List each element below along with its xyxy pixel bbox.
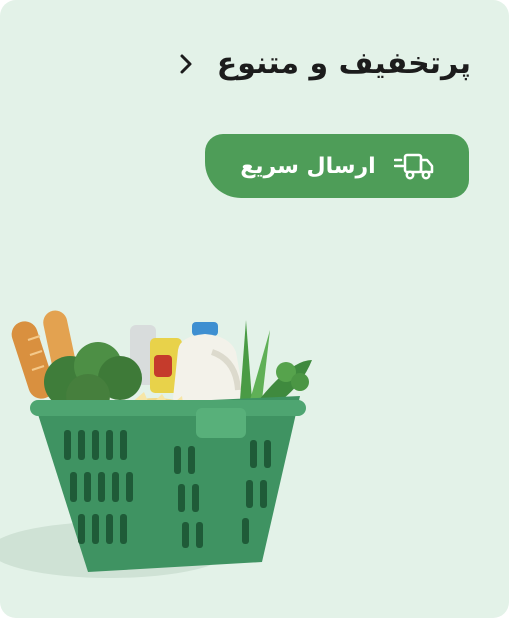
card-title: پرتخفیف و متنوع <box>216 46 471 81</box>
badge-label: ارسال سریع <box>240 153 376 179</box>
fast-delivery-badge: ارسال سریع <box>205 134 469 198</box>
card-header[interactable]: پرتخفیف و متنوع <box>173 46 471 81</box>
grocery-basket-illustration <box>0 300 360 600</box>
chevron-right-icon[interactable] <box>173 51 199 77</box>
promo-card[interactable]: پرتخفیف و متنوع ارسال سریع <box>0 0 509 618</box>
delivery-truck-icon <box>393 150 434 182</box>
